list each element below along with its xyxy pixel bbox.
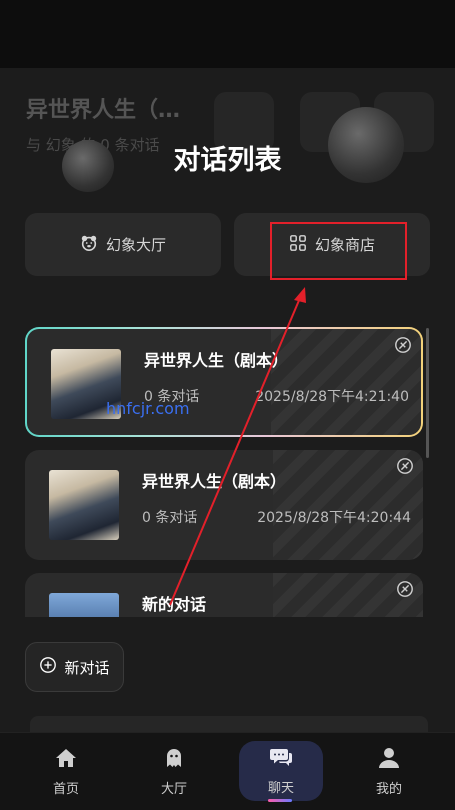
new-chat-button[interactable]: 新对话 [25,642,124,692]
conversation-thumbnail [49,593,119,617]
nav-mine[interactable]: 我的 [344,733,434,810]
page-title: 对话列表 [173,145,282,176]
nav-active-indicator [268,799,292,802]
delete-icon[interactable] [396,580,414,598]
nav-chat[interactable]: 聊天 [239,741,323,801]
conversation-time: 2025/8/28下午4:20:44 [257,510,411,526]
hall-button-label: 幻象大厅 [105,236,166,254]
conversation-title: 异世界人生（剧本） [142,472,287,491]
conversation-title: 异世界人生（剧本） [144,351,289,370]
list-scrollbar[interactable] [426,328,429,458]
chat-bubble-icon [269,746,293,772]
conversation-item[interactable]: 异世界人生（剧本） 0 条对话 2025/8/28下午4:20:44 [25,450,423,560]
conversation-list: 异世界人生（剧本） 0 条对话 2025/8/28下午4:21:40 异世界人生… [25,327,423,617]
hall-button[interactable]: 幻象大厅 [25,213,221,276]
nav-hall-label: 大厅 [160,782,187,797]
delete-icon[interactable] [394,336,412,354]
bear-icon [80,234,98,256]
ghost-icon [162,747,186,773]
highlight-annotation-box [270,222,407,280]
nav-home-label: 首页 [52,782,79,797]
conversation-item[interactable]: 异世界人生（剧本） 0 条对话 2025/8/28下午4:21:40 [25,327,423,437]
background-chat-title: 异世界人生（… [26,98,181,123]
new-chat-label: 新对话 [64,658,110,677]
bottom-nav: 首页 大厅 聊天 我的 [0,732,455,810]
conversation-time: 2025/8/28下午4:21:40 [255,389,409,405]
app-screen: 异世界人生（… 与 幻象 的 0 条对话 对话列表 幻象大厅 幻象商店 异世界人… [0,0,455,810]
conversation-title: 新的对话 [142,595,207,614]
conversation-item[interactable]: 新的对话 [25,573,423,617]
nav-home[interactable]: 首页 [21,733,111,810]
conversation-count: 0 条对话 [142,510,198,526]
conversation-thumbnail [49,470,119,540]
plus-circle-icon [39,656,57,678]
user-icon [377,747,401,773]
nav-mine-label: 我的 [375,782,402,797]
nav-chat-label: 聊天 [267,781,294,796]
nav-hall[interactable]: 大厅 [129,733,219,810]
watermark-text: hnfcjr.com [106,399,190,418]
delete-icon[interactable] [396,457,414,475]
home-icon [54,747,78,773]
